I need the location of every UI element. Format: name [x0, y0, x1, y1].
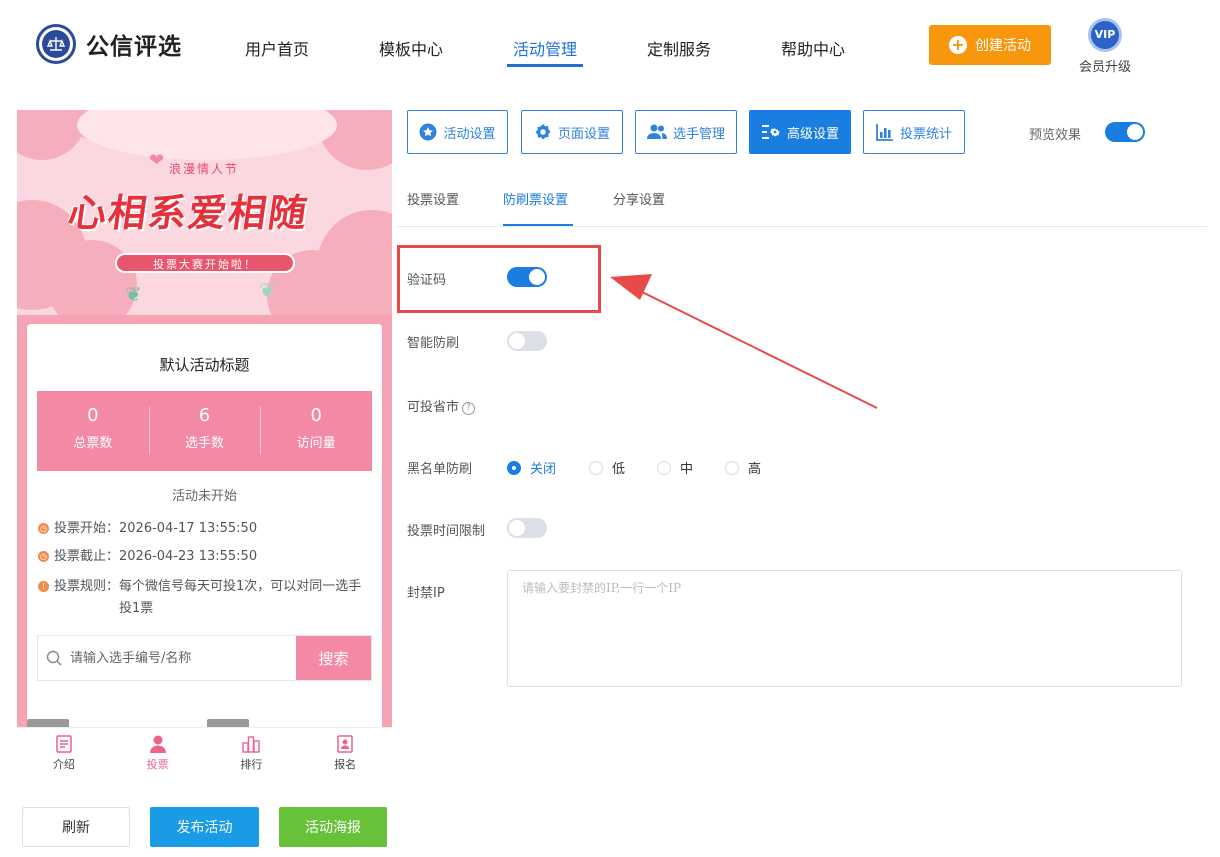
publish-activity-button[interactable]: 发布活动	[150, 807, 259, 847]
subtab-share-settings[interactable]: 分享设置	[613, 189, 665, 208]
advanced-settings-button[interactable]: 高级设置	[749, 110, 851, 154]
vote-statistics-label: 投票统计	[899, 126, 952, 142]
search-input[interactable]	[70, 636, 296, 680]
contestant-search: 搜索	[37, 635, 372, 681]
plant-icon: ❦	[125, 282, 142, 306]
captcha-label: 验证码	[407, 273, 447, 288]
blacklist-option-low[interactable]: 低	[589, 458, 625, 477]
vip-upgrade[interactable]: VIP 会员升级	[1076, 18, 1134, 75]
help-icon[interactable]: ?	[462, 402, 476, 415]
activity-settings-label: 活动设置	[443, 126, 496, 142]
refresh-button[interactable]: 刷新	[22, 807, 130, 847]
activity-status: 活动未开始	[171, 489, 237, 504]
activity-settings-button[interactable]: 活动设置	[407, 110, 508, 154]
mobile-tabbar: 介绍 投票 排行 报名	[17, 727, 392, 780]
nav-custom-service[interactable]: 定制服务	[647, 36, 711, 60]
subtab-active-indicator	[503, 224, 573, 226]
search-button[interactable]: 搜索	[296, 636, 371, 680]
contestant-management-label: 选手管理	[672, 126, 725, 142]
mobile-preview: ❤ 浪漫情人节 心相系爱相随 投票大赛开始啦！ ❦ ❦ 默认活动标题 0 总票数…	[17, 110, 392, 780]
stat-contestants: 6 选手数	[148, 391, 261, 471]
annotation-arrow	[610, 274, 878, 409]
plant-icon: ❦	[259, 278, 276, 302]
tab-vote[interactable]: 投票	[111, 728, 205, 780]
star-icon	[419, 123, 437, 141]
blacklist-label: 黑名单防刷	[407, 462, 473, 477]
signup-icon	[298, 734, 392, 756]
stat-total-votes: 0 总票数	[73, 405, 113, 451]
activity-info-card: 默认活动标题 0 总票数 6 选手数 0 访问量 活动未开始 ◷ 投票开始： 2…	[27, 324, 382, 734]
bar-chart-icon	[876, 124, 893, 141]
preview-effect-toggle[interactable]	[1105, 122, 1145, 142]
vip-icon: VIP	[1088, 18, 1122, 52]
clock-icon: ◷	[38, 551, 49, 562]
search-icon	[38, 636, 70, 680]
heart-icon: ❤	[149, 150, 165, 171]
tab-ranking[interactable]: 排行	[205, 728, 299, 780]
tab-intro[interactable]: 介绍	[17, 728, 111, 780]
gear-icon	[535, 124, 551, 140]
smart-guard-label: 智能防刷	[407, 336, 460, 351]
user-icon	[111, 734, 205, 756]
stats-panel: 0 总票数 6 选手数 0 访问量	[37, 391, 372, 471]
banner-subtitle: 浪漫情人节	[169, 162, 240, 176]
activity-banner: ❤ 浪漫情人节 心相系爱相随 投票大赛开始啦！ ❦ ❦	[17, 110, 392, 315]
create-activity-button[interactable]: + 创建活动	[929, 25, 1051, 65]
vote-end-line: ◷ 投票截止： 2026-04-23 13:55:50	[38, 549, 258, 564]
nav-active-indicator	[507, 64, 583, 67]
intro-icon	[17, 734, 111, 756]
vote-rule-line: ! 投票规则： 每个微信号每天可投1次，可以对同一选手投1票	[38, 576, 364, 620]
vip-label: 会员升级	[1078, 60, 1131, 75]
nav-templates[interactable]: 模板中心	[379, 36, 443, 60]
blacklist-option-medium[interactable]: 中	[657, 458, 693, 477]
page-settings-label: 页面设置	[557, 126, 610, 142]
vote-statistics-button[interactable]: 投票统计	[863, 110, 965, 154]
banner-title: 心相系爱相随	[65, 190, 312, 235]
logo-text: 公信评选	[86, 34, 182, 60]
page-settings-button[interactable]: 页面设置	[521, 110, 623, 154]
logo[interactable]: 公信评选	[36, 24, 182, 64]
logo-icon	[36, 24, 76, 64]
nav-help-center[interactable]: 帮助中心	[781, 36, 845, 60]
activity-poster-button[interactable]: 活动海报	[279, 807, 387, 847]
clock-icon: ◷	[38, 523, 49, 534]
blacklist-option-off[interactable]: 关闭	[507, 458, 556, 477]
vote-start-line: ◷ 投票开始： 2026-04-17 13:55:50	[38, 521, 258, 536]
regions-label: 可投省市?	[407, 396, 476, 415]
plus-icon: +	[949, 36, 967, 54]
time-limit-toggle[interactable]	[507, 518, 547, 538]
blacklist-option-high[interactable]: 高	[725, 458, 761, 477]
subtab-vote-settings[interactable]: 投票设置	[407, 189, 459, 208]
contestant-management-button[interactable]: 选手管理	[635, 110, 737, 154]
create-activity-label: 创建活动	[975, 38, 1031, 54]
subtab-anti-fraud[interactable]: 防刷票设置	[503, 189, 568, 208]
time-limit-label: 投票时间限制	[407, 524, 486, 539]
ranking-icon	[205, 734, 299, 756]
sliders-icon	[761, 125, 780, 139]
captcha-toggle[interactable]	[507, 267, 547, 287]
activity-title: 默认活动标题	[159, 356, 250, 374]
preview-effect-label: 预览效果	[1029, 128, 1082, 143]
users-icon	[646, 124, 667, 139]
subtab-divider	[397, 226, 1207, 227]
nav-home[interactable]: 用户首页	[245, 36, 309, 60]
advanced-settings-label: 高级设置	[786, 126, 839, 142]
smart-guard-toggle[interactable]	[507, 331, 547, 351]
top-header: 公信评选 用户首页 模板中心 活动管理 定制服务 帮助中心 + 创建活动 VIP…	[0, 0, 1220, 92]
banner-pill: 投票大赛开始啦！	[115, 253, 295, 273]
nav-activity-management[interactable]: 活动管理	[513, 36, 577, 60]
blocked-ip-label: 封禁IP	[407, 586, 445, 601]
blocked-ip-textarea[interactable]	[507, 570, 1182, 687]
tab-signup[interactable]: 报名	[298, 728, 392, 780]
info-icon: !	[38, 581, 49, 592]
stat-visits: 0 访问量	[260, 391, 372, 471]
